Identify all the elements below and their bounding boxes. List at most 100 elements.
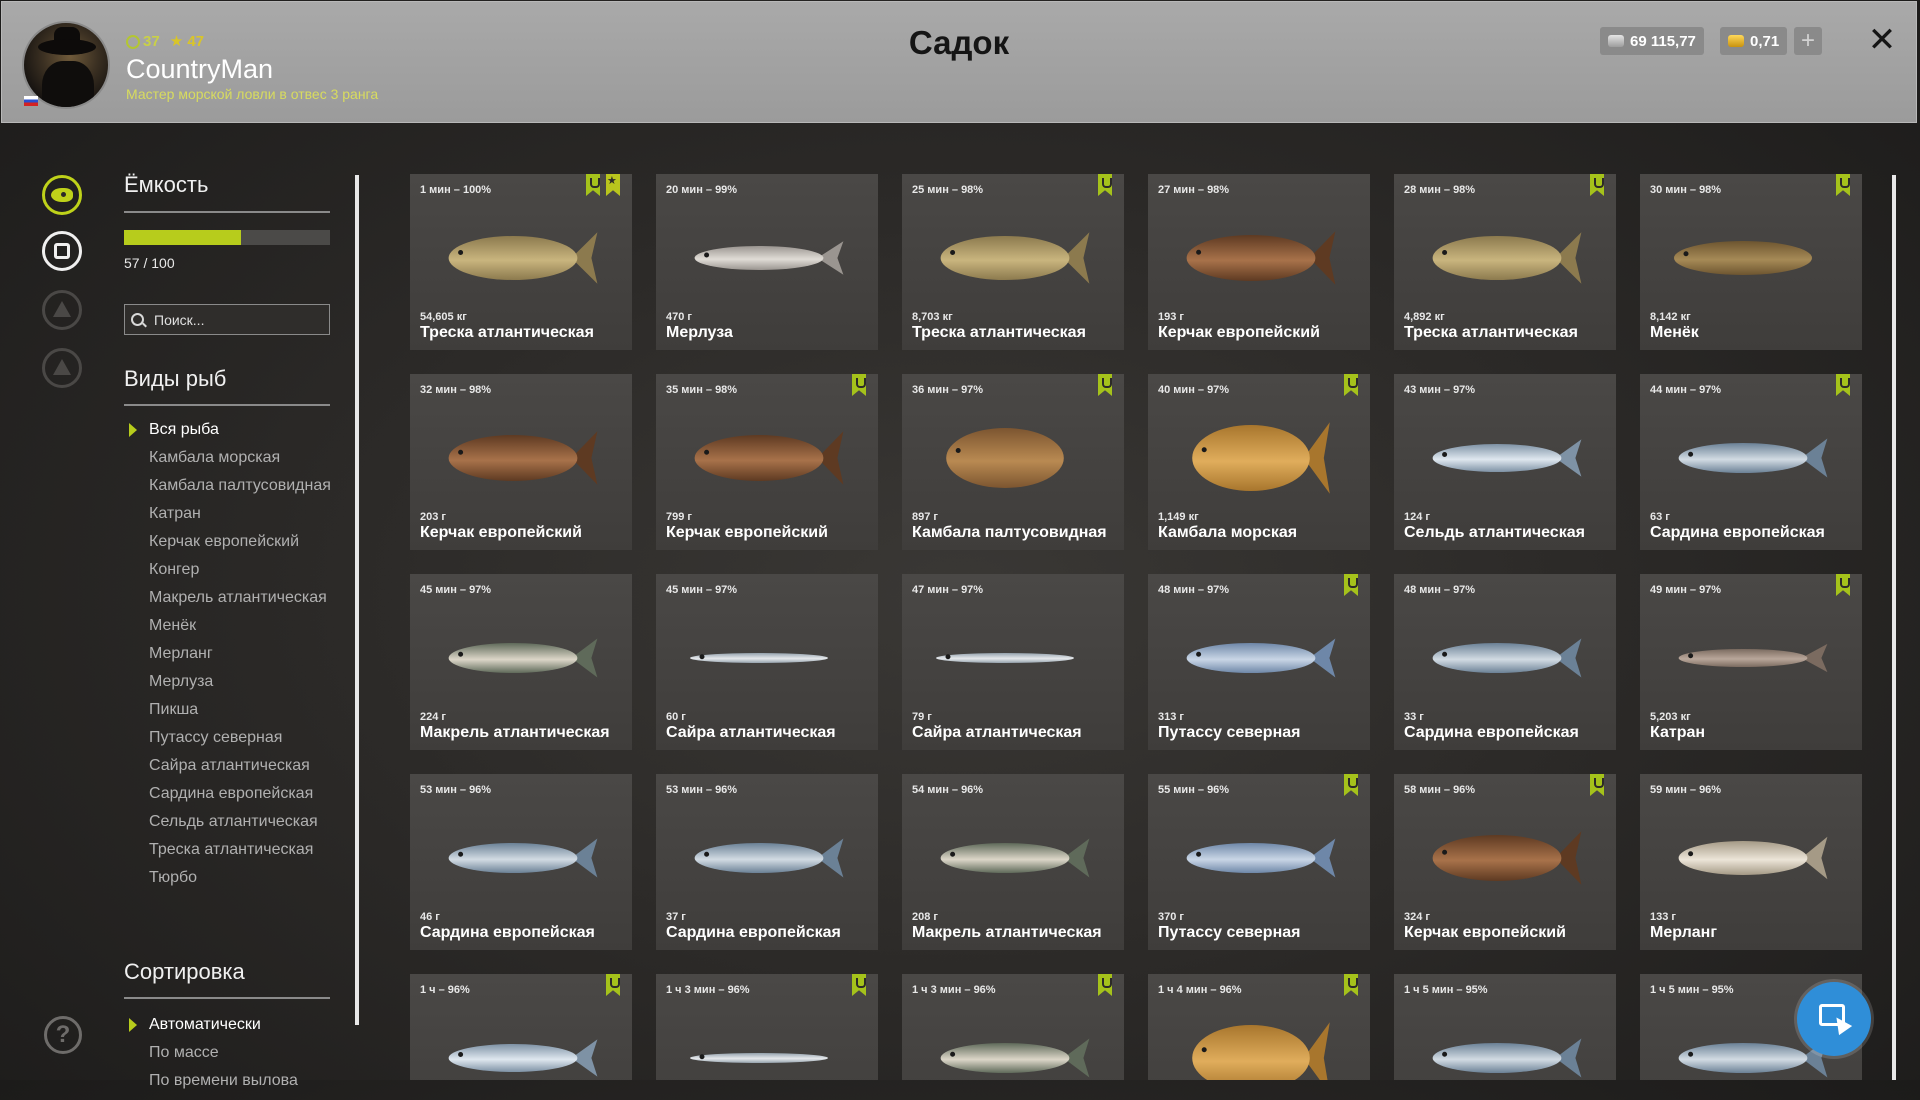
fish-card[interactable]: 27 мин – 98% 193 г Керчак европейский <box>1148 174 1370 350</box>
species-filter-item[interactable]: Камбала палтусовидная <box>124 477 334 495</box>
species-filter-item[interactable]: Сайра атлантическая <box>124 757 334 775</box>
bookmark-icon[interactable] <box>1836 174 1850 196</box>
fish-card[interactable]: 35 мин – 98% 799 г Керчак европейский <box>656 374 878 550</box>
disabled-tab-2[interactable] <box>42 348 82 388</box>
fish-card[interactable]: 58 мин – 96% 324 г Керчак европейский <box>1394 774 1616 950</box>
fish-card[interactable]: 45 мин – 97% 224 г Макрель атлантическая <box>410 574 632 750</box>
species-filter-item[interactable]: Путассу северная <box>124 729 334 747</box>
fish-card[interactable]: 53 мин – 96% 37 г Сардина европейская <box>656 774 878 950</box>
grid-scrollbar[interactable] <box>1892 175 1896 1080</box>
fish-image <box>438 418 608 503</box>
bookmark-icon[interactable] <box>1344 374 1358 396</box>
species-filter-item[interactable]: Конгер <box>124 561 334 579</box>
species-filter-item[interactable]: Вся рыба <box>124 421 334 439</box>
bookmark-icon[interactable] <box>586 174 600 196</box>
fish-card[interactable]: 54 мин – 96% 208 г Макрель атлантическая <box>902 774 1124 950</box>
select-mode-button[interactable] <box>1797 982 1871 1056</box>
bookmark-icon[interactable] <box>1098 174 1112 196</box>
bookmark-icon[interactable] <box>606 974 620 996</box>
fish-card[interactable]: 1 ч 3 мин – 96% <box>902 974 1124 1080</box>
russia-flag-icon <box>24 96 38 106</box>
species-filter-item[interactable]: Сардина европейская <box>124 785 334 803</box>
species-filter-item[interactable]: Керчак европейский <box>124 533 334 551</box>
bookmark-icon[interactable] <box>1836 374 1850 396</box>
fish-weight: 370 г <box>1158 911 1184 923</box>
species-filter-item[interactable]: Сельдь атлантическая <box>124 813 334 831</box>
search-box[interactable] <box>124 304 330 335</box>
fish-card[interactable]: 45 мин – 97% 60 г Сайра атлантическая <box>656 574 878 750</box>
capacity-text: 57 / 100 <box>124 255 175 271</box>
fish-card[interactable]: 28 мин – 98% 4,892 кг Треска атлантическа… <box>1394 174 1616 350</box>
add-gold-button[interactable]: + <box>1794 27 1822 55</box>
fish-card[interactable]: 1 ч 3 мин – 96% <box>656 974 878 1080</box>
catch-time-quality: 1 ч 4 мин – 96% <box>1158 984 1242 996</box>
fish-name: Керчак европейский <box>420 524 582 541</box>
fish-card[interactable]: 48 мин – 97% 33 г Сардина европейская <box>1394 574 1616 750</box>
fish-card[interactable]: 49 мин – 97% 5,203 кг Катран <box>1640 574 1862 750</box>
fish-card[interactable]: 40 мин – 97% 1,149 кг Камбала морская <box>1148 374 1370 550</box>
species-filter-item[interactable]: Менёк <box>124 617 334 635</box>
fish-card[interactable]: 43 мин – 97% 124 г Сельдь атлантическая <box>1394 374 1616 550</box>
fish-card[interactable]: 53 мин – 96% 46 г Сардина европейская <box>410 774 632 950</box>
bookmark-icon[interactable] <box>1344 974 1358 996</box>
fish-card[interactable]: 47 мин – 97% 79 г Сайра атлантическая <box>902 574 1124 750</box>
fish-name: Менёк <box>1650 324 1699 341</box>
fish-card[interactable]: 1 ч 4 мин – 96% <box>1148 974 1370 1080</box>
sort-option[interactable]: Автоматически <box>124 1016 334 1034</box>
species-filter-item[interactable]: Тюрбо <box>124 869 334 887</box>
disabled-tab-1[interactable] <box>42 290 82 330</box>
catch-time-quality: 53 мин – 96% <box>420 784 492 796</box>
fish-card[interactable]: 1 мин – 100% 54,605 кг Треска атлантическ… <box>410 174 632 350</box>
search-input[interactable] <box>152 310 326 329</box>
fish-card[interactable]: 36 мин – 97% 897 г Камбала палтусовидная <box>902 374 1124 550</box>
cooler-tab[interactable] <box>42 231 82 271</box>
sort-option[interactable]: По массе <box>124 1044 334 1062</box>
species-filter-item[interactable]: Камбала морская <box>124 449 334 467</box>
fish-weight: 63 г <box>1650 511 1670 523</box>
bookmark-icon[interactable] <box>1836 574 1850 596</box>
species-filter-item[interactable]: Катран <box>124 505 334 523</box>
species-filter-item[interactable]: Пикша <box>124 701 334 719</box>
fish-image <box>1668 818 1838 903</box>
bookmark-icon[interactable] <box>852 974 866 996</box>
fish-card[interactable]: 44 мин – 97% 63 г Сардина европейская <box>1640 374 1862 550</box>
home-icon <box>53 359 71 375</box>
fish-card[interactable]: 20 мин – 99% 470 г Мерлуза <box>656 174 878 350</box>
fish-name: Треска атлантическая <box>912 324 1086 341</box>
fish-card[interactable]: 55 мин – 96% 370 г Путассу северная <box>1148 774 1370 950</box>
fish-image <box>1176 218 1346 303</box>
fish-card[interactable]: 30 мин – 98% 8,142 кг Менёк <box>1640 174 1862 350</box>
sort-option[interactable]: По времени вылова <box>124 1072 334 1090</box>
fish-name: Макрель атлантическая <box>420 724 610 741</box>
catch-time-quality: 44 мин – 97% <box>1650 384 1722 396</box>
species-filter-item[interactable]: Треска атлантическая <box>124 841 334 859</box>
bookmark-icon[interactable] <box>1590 174 1604 196</box>
fish-card[interactable]: 48 мин – 97% 313 г Путассу северная <box>1148 574 1370 750</box>
filters-scrollbar[interactable] <box>355 175 359 1025</box>
fish-card[interactable]: 1 ч – 96% <box>410 974 632 1080</box>
fish-weight: 133 г <box>1650 911 1676 923</box>
species-filter-item[interactable]: Мерланг <box>124 645 334 663</box>
keepnet-fish-tab[interactable] <box>42 175 82 215</box>
bookmark-icon[interactable] <box>1344 574 1358 596</box>
fish-name: Макрель атлантическая <box>912 924 1102 941</box>
help-button[interactable]: ? <box>44 1016 82 1054</box>
bookmark-icon[interactable] <box>1590 774 1604 796</box>
fish-card[interactable]: 1 ч 5 мин – 95% <box>1394 974 1616 1080</box>
bookmark-icon[interactable] <box>1098 974 1112 996</box>
bookmark-icon[interactable] <box>1098 374 1112 396</box>
fish-weight: 324 г <box>1404 911 1430 923</box>
bookmark-icon[interactable] <box>1344 774 1358 796</box>
trophy-star-icon: ★ <box>606 174 620 196</box>
fish-card[interactable]: 59 мин – 96% 133 г Мерланг <box>1640 774 1862 950</box>
close-button[interactable]: ✕ <box>1864 20 1900 60</box>
fish-card[interactable]: 32 мин – 98% 203 г Керчак европейский <box>410 374 632 550</box>
fish-name: Сардина европейская <box>1404 724 1579 741</box>
catch-time-quality: 45 мин – 97% <box>420 584 492 596</box>
species-filter-item[interactable]: Макрель атлантическая <box>124 589 334 607</box>
fish-image <box>1176 1018 1346 1080</box>
fish-card[interactable]: 25 мин – 98% 8,703 кг Треска атлантическа… <box>902 174 1124 350</box>
species-filter-item[interactable]: Мерлуза <box>124 673 334 691</box>
catch-time-quality: 59 мин – 96% <box>1650 784 1722 796</box>
bookmark-icon[interactable] <box>852 374 866 396</box>
